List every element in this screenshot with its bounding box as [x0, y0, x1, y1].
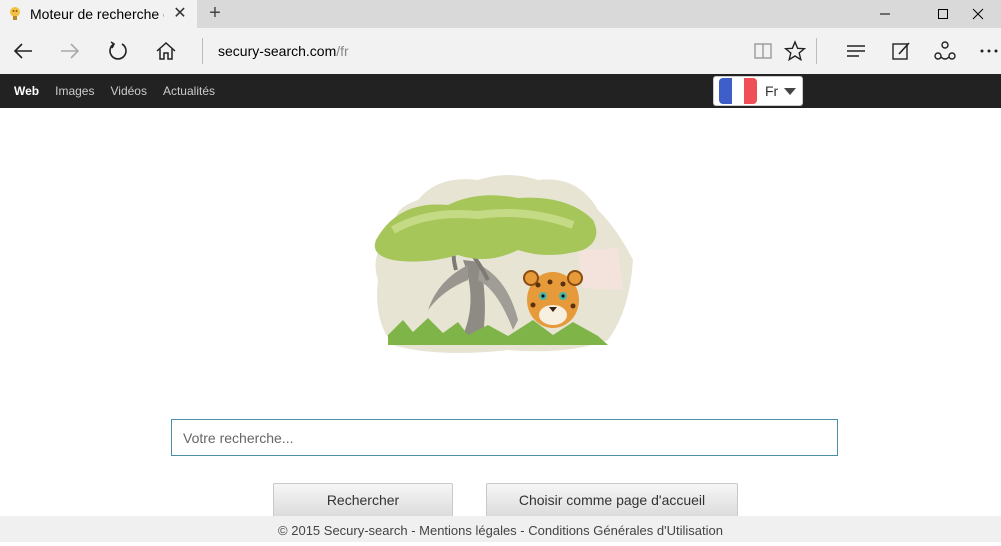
close-icon	[972, 8, 984, 20]
tab-title: Moteur de recherche gr	[30, 6, 164, 22]
browser-toolbar: secury-search.com/fr	[0, 28, 1001, 74]
browser-tab[interactable]: Moteur de recherche gr ✕	[0, 0, 197, 28]
footer-links[interactable]: © 2015 Secury-search - Mentions légales …	[0, 516, 1001, 542]
home-button[interactable]	[151, 36, 181, 66]
search-button[interactable]: Rechercher	[273, 483, 453, 517]
tab-close-icon[interactable]: ✕	[170, 4, 190, 24]
minimize-icon	[880, 13, 890, 15]
set-homepage-button[interactable]: Choisir comme page d'accueil	[486, 483, 738, 517]
chevron-down-icon	[784, 87, 797, 95]
search-category-nav: Web Images Vidéos Actualités	[14, 84, 215, 98]
language-code: Fr	[765, 83, 779, 99]
web-note-button[interactable]	[886, 36, 916, 66]
home-icon	[156, 41, 176, 60]
toolbar-divider	[816, 38, 817, 64]
favicon-icon	[0, 6, 30, 22]
share-icon	[934, 41, 956, 60]
nav-web[interactable]: Web	[14, 84, 39, 98]
french-flag-icon	[719, 78, 757, 104]
hub-button[interactable]	[841, 36, 871, 66]
site-header: Web Images Vidéos Actualités Fr	[0, 74, 1001, 108]
nav-images[interactable]: Images	[55, 84, 94, 98]
new-tab-button[interactable]: +	[204, 2, 226, 24]
more-dots-icon	[980, 49, 998, 53]
close-window-button[interactable]	[955, 0, 1001, 28]
forward-button[interactable]	[55, 36, 85, 66]
address-bar-divider	[202, 38, 203, 64]
book-icon	[754, 43, 772, 59]
share-button[interactable]	[930, 36, 960, 66]
search-input[interactable]	[171, 419, 838, 456]
back-arrow-icon	[13, 43, 32, 59]
pen-note-icon	[892, 42, 910, 60]
star-icon	[784, 40, 806, 62]
address-bar[interactable]: secury-search.com/fr	[218, 43, 349, 59]
url-host: secury-search.com	[218, 43, 337, 59]
back-button[interactable]	[8, 36, 38, 66]
reading-view-button[interactable]	[748, 36, 778, 66]
forward-arrow-icon	[61, 43, 80, 59]
refresh-icon	[109, 41, 127, 60]
jaguar-tree-illustration	[368, 170, 638, 360]
nav-news[interactable]: Actualités	[163, 84, 215, 98]
nav-videos[interactable]: Vidéos	[110, 84, 146, 98]
url-path: /fr	[336, 43, 349, 59]
refresh-button[interactable]	[103, 36, 133, 66]
minimize-button[interactable]	[862, 0, 908, 28]
maximize-icon	[938, 9, 948, 19]
tab-strip: Moteur de recherche gr ✕ +	[0, 0, 1001, 28]
favorite-button[interactable]	[780, 36, 810, 66]
language-selector[interactable]: Fr	[713, 76, 803, 106]
more-button[interactable]	[974, 36, 1001, 66]
hub-lines-icon	[847, 45, 865, 57]
